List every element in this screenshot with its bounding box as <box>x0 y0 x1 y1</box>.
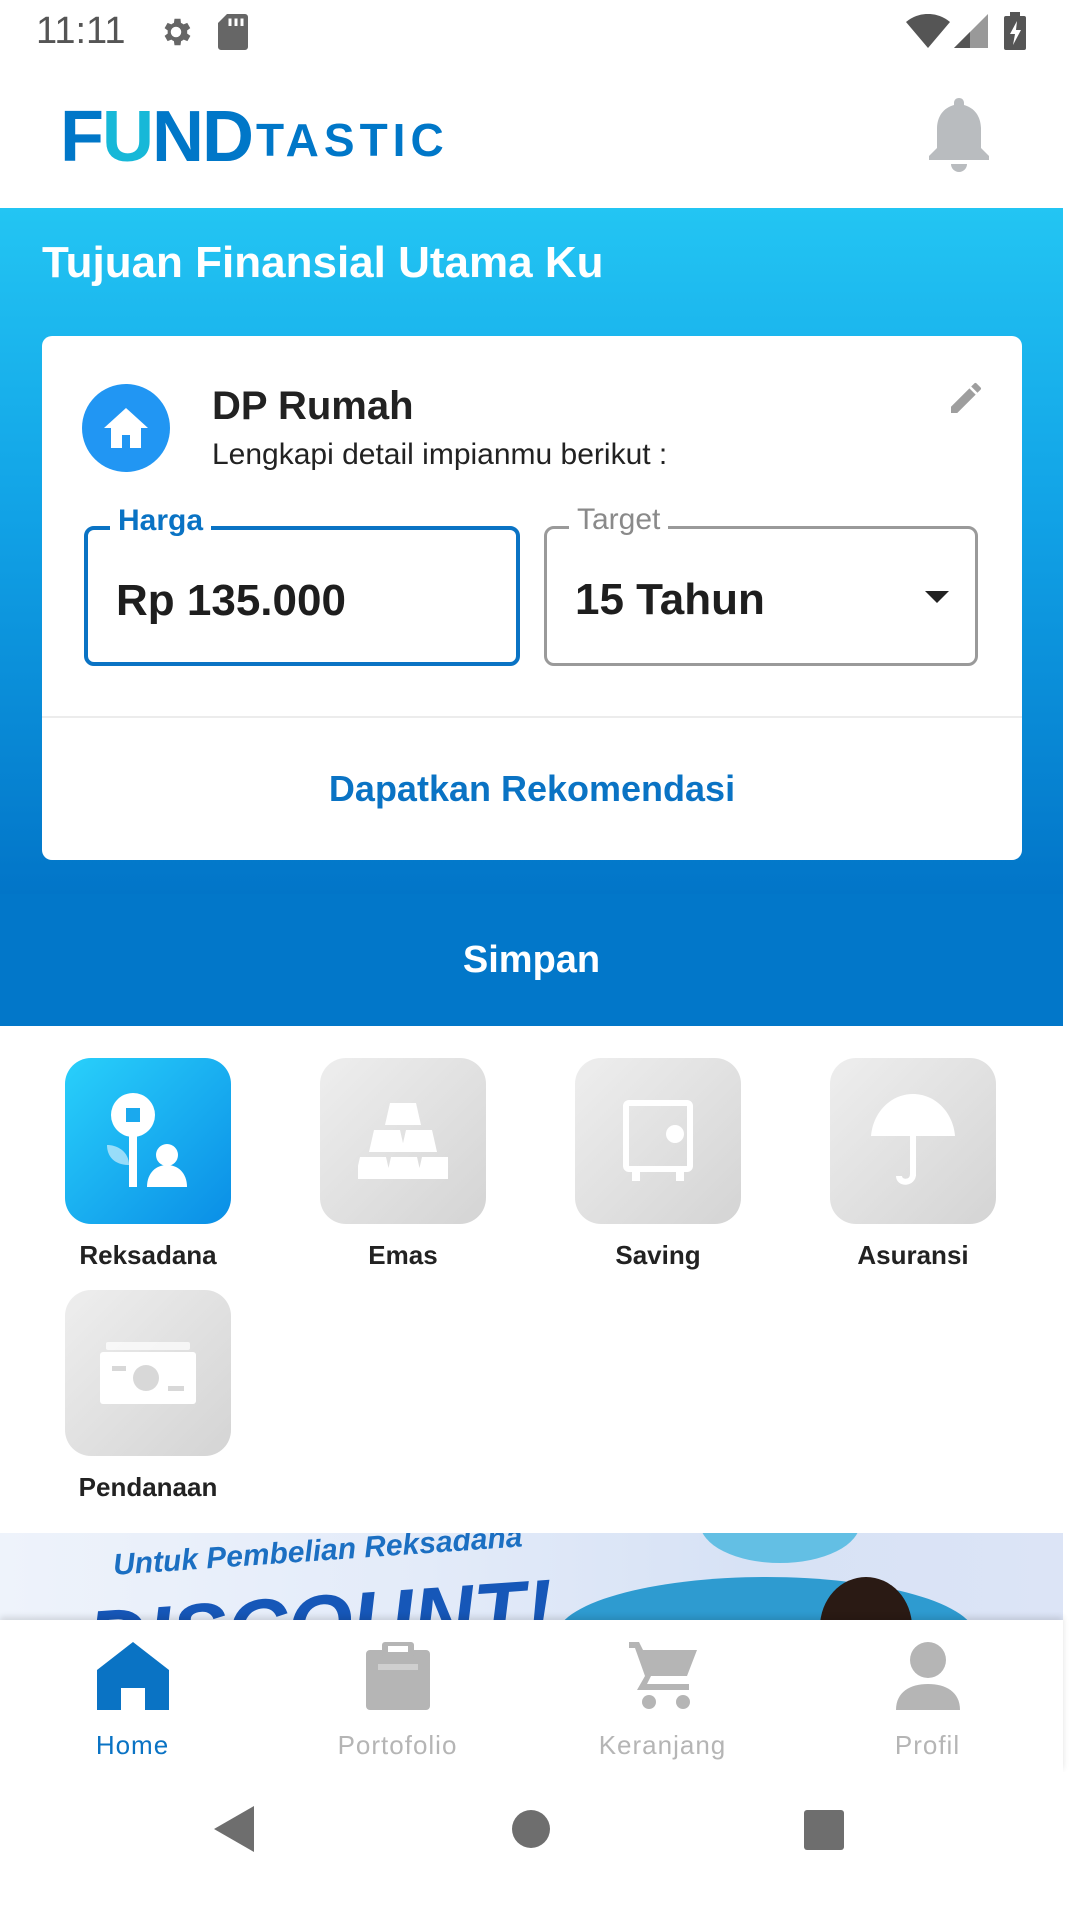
gold-bars-icon <box>358 1103 448 1179</box>
gear-icon <box>164 18 191 46</box>
signal-icon <box>954 14 988 48</box>
clipboard-icon <box>365 1642 430 1710</box>
bell-icon[interactable] <box>926 98 992 172</box>
save-button[interactable]: Simpan <box>0 894 1063 1026</box>
product-label: Saving <box>615 1240 701 1270</box>
get-recommendation-button[interactable]: Dapatkan Rekomendasi <box>42 718 1022 860</box>
banknote-icon <box>100 1342 196 1404</box>
mutual-fund-icon <box>107 1093 187 1187</box>
product-saving[interactable]: Saving <box>558 1058 758 1271</box>
recents-icon[interactable] <box>804 1810 844 1850</box>
product-label: Pendanaan <box>78 1472 218 1502</box>
battery-charging-icon <box>1004 12 1026 50</box>
umbrella-icon <box>871 1094 955 1185</box>
goal-name: DP Rumah <box>212 384 414 428</box>
bottom-navigation: Home Portofolio Keranjang Profil <box>0 1620 1063 1772</box>
system-navigation-bar <box>0 1772 1080 1920</box>
goal-card: DP Rumah Lengkapi detail impianmu beriku… <box>42 336 1022 860</box>
section-title: Tujuan Finansial Utama Ku <box>42 238 604 287</box>
safe-icon <box>623 1100 693 1181</box>
goal-subtitle: Lengkapi detail impianmu berikut : <box>212 438 668 471</box>
cart-icon <box>628 1642 697 1709</box>
chevron-down-icon <box>925 591 949 603</box>
product-asuransi[interactable]: Asuransi <box>813 1058 1013 1271</box>
target-label: Target <box>569 503 669 537</box>
goal-icon-container <box>82 384 170 472</box>
fundtastic-logo: FUND TASTIC <box>60 101 449 173</box>
financial-goal-section: Tujuan Finansial Utama Ku DP Rumah Lengk… <box>0 208 1063 894</box>
product-tile <box>65 1290 231 1456</box>
logo-fund-u: U <box>101 97 154 177</box>
logo-fund-f: F <box>60 97 104 177</box>
product-tile <box>830 1058 996 1224</box>
price-label: Harga <box>110 504 212 538</box>
pencil-icon <box>951 382 981 413</box>
status-bar: 11:11 <box>0 0 1080 64</box>
product-emas[interactable]: Emas <box>303 1058 503 1271</box>
nav-label: Profil <box>894 1730 961 1760</box>
edit-goal-button[interactable] <box>940 372 992 424</box>
product-reksadana[interactable]: Reksadana <box>48 1058 248 1271</box>
person-icon <box>895 1642 960 1710</box>
home-circle-icon[interactable] <box>512 1810 550 1848</box>
price-field[interactable]: Harga Rp 135.000 <box>84 504 520 666</box>
nav-label: Keranjang <box>598 1730 727 1760</box>
sd-card-icon <box>218 14 248 50</box>
promo-banner[interactable]: Untuk Pembelian Reksadana DISCOUNT! <box>0 1533 1063 1620</box>
back-icon[interactable] <box>214 1806 254 1852</box>
logo-tastic: TASTIC <box>255 114 449 166</box>
banner-decoration <box>700 1533 860 1563</box>
product-tile <box>65 1058 231 1224</box>
product-tile <box>575 1058 741 1224</box>
logo-fund: FUND <box>60 101 254 173</box>
product-label: Emas <box>368 1240 438 1270</box>
nav-profil[interactable]: Profil <box>795 1620 1060 1772</box>
nav-home[interactable]: Home <box>0 1620 265 1772</box>
nav-label: Home <box>95 1730 170 1760</box>
product-label: Reksadana <box>79 1240 217 1270</box>
home-icon <box>96 1642 169 1710</box>
price-input[interactable]: Rp 135.000 <box>116 576 346 626</box>
product-label: Asuransi <box>857 1240 969 1270</box>
banner-decoration <box>556 1577 976 1620</box>
app-header: FUND TASTIC <box>0 64 1063 209</box>
nav-keranjang[interactable]: Keranjang <box>530 1620 795 1772</box>
target-value: 15 Tahun <box>575 575 765 624</box>
logo-fund-nd: ND <box>151 97 254 177</box>
nav-label: Portofolio <box>337 1730 458 1760</box>
target-select[interactable]: Target 15 Tahun <box>544 503 978 666</box>
wifi-icon <box>906 14 950 48</box>
product-tile <box>320 1058 486 1224</box>
nav-portofolio[interactable]: Portofolio <box>265 1620 530 1772</box>
home-icon <box>104 408 148 448</box>
product-pendanaan[interactable]: Pendanaan <box>48 1290 248 1503</box>
status-time: 11:11 <box>36 10 126 52</box>
